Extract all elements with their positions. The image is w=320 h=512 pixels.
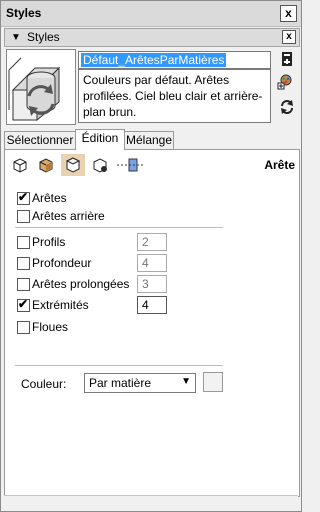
style-thumbnail[interactable] [6,49,76,125]
bottom-panel-edge [4,495,298,510]
create-style-icon[interactable] [277,74,293,90]
aretes-arriere-label: Arêtes arrière [32,209,105,223]
aretes-prolongees-input[interactable]: 3 [137,275,167,293]
collapse-triangle-icon[interactable]: ▼ [11,32,21,43]
couleur-dropdown[interactable]: Par matière ▼ [84,373,196,393]
tab-melange[interactable]: Mélange [124,131,174,149]
couleur-value: Par matière [89,376,152,390]
close-window-button[interactable]: x [280,5,297,22]
style-description-text: Couleurs par défaut. Arêtes profilées. C… [83,73,263,119]
floues-checkbox[interactable] [17,321,30,334]
profils-checkbox[interactable] [17,236,30,249]
extremites-checkbox[interactable]: ✔ [17,297,30,312]
tab-edition[interactable]: Édition [75,129,125,150]
aretes-prolongees-checkbox[interactable] [17,278,30,291]
profondeur-checkbox[interactable] [17,257,30,270]
settings-toolbar: Arête [5,150,299,178]
close-section-button[interactable]: x [282,30,296,44]
couleur-swatch[interactable] [203,372,223,392]
profondeur-label: Profondeur [32,256,92,270]
background-settings-selected[interactable] [61,154,85,176]
edit-panel: Arête ✔ Arêtes Arêtes arrière Profils 2 … [4,149,300,497]
watermark-settings-icon[interactable] [91,156,109,174]
profils-input[interactable]: 2 [137,233,167,251]
modeling-settings-icon[interactable] [117,156,143,174]
extremites-input[interactable]: 4 [137,296,167,314]
chevron-down-icon: ▼ [181,376,191,387]
style-name-text: Défaut_ArêtesParMatières [81,53,227,67]
divider [15,227,223,228]
profondeur-input[interactable]: 4 [137,254,167,272]
tab-bar: Sélectionner Édition Mélange [4,129,300,150]
tab-selectionner[interactable]: Sélectionner [4,131,76,149]
styles-window: Styles x ▼ Styles x Défaut_ArêtesParMati… [0,0,302,512]
aretes-label: Arêtes [32,191,67,205]
update-style-icon[interactable] [279,51,295,67]
aretes-checkbox[interactable]: ✔ [17,190,30,205]
section-title: Styles [27,30,60,44]
title-bar[interactable]: Styles x [1,1,301,27]
face-settings-icon[interactable] [37,156,55,174]
section-label: Arête [264,158,295,172]
style-preview-icon [7,50,75,124]
floues-label: Floues [32,320,69,334]
refresh-icon[interactable] [279,99,295,115]
styles-section-header[interactable]: ▼ Styles x [4,28,300,47]
profils-label: Profils [32,235,66,249]
extremites-label: Extrémités [32,298,89,312]
background-settings-icon [65,157,81,173]
edge-settings-icon[interactable] [11,156,29,174]
divider [15,365,223,366]
style-description-field[interactable]: Couleurs par défaut. Arêtes profilées. C… [78,69,271,123]
aretes-prolongees-label: Arêtes prolongées [32,277,130,291]
window-title: Styles [6,6,42,20]
aretes-arriere-checkbox[interactable] [17,210,30,223]
couleur-label: Couleur: [21,377,67,391]
style-name-field[interactable]: Défaut_ArêtesParMatières [78,51,271,69]
